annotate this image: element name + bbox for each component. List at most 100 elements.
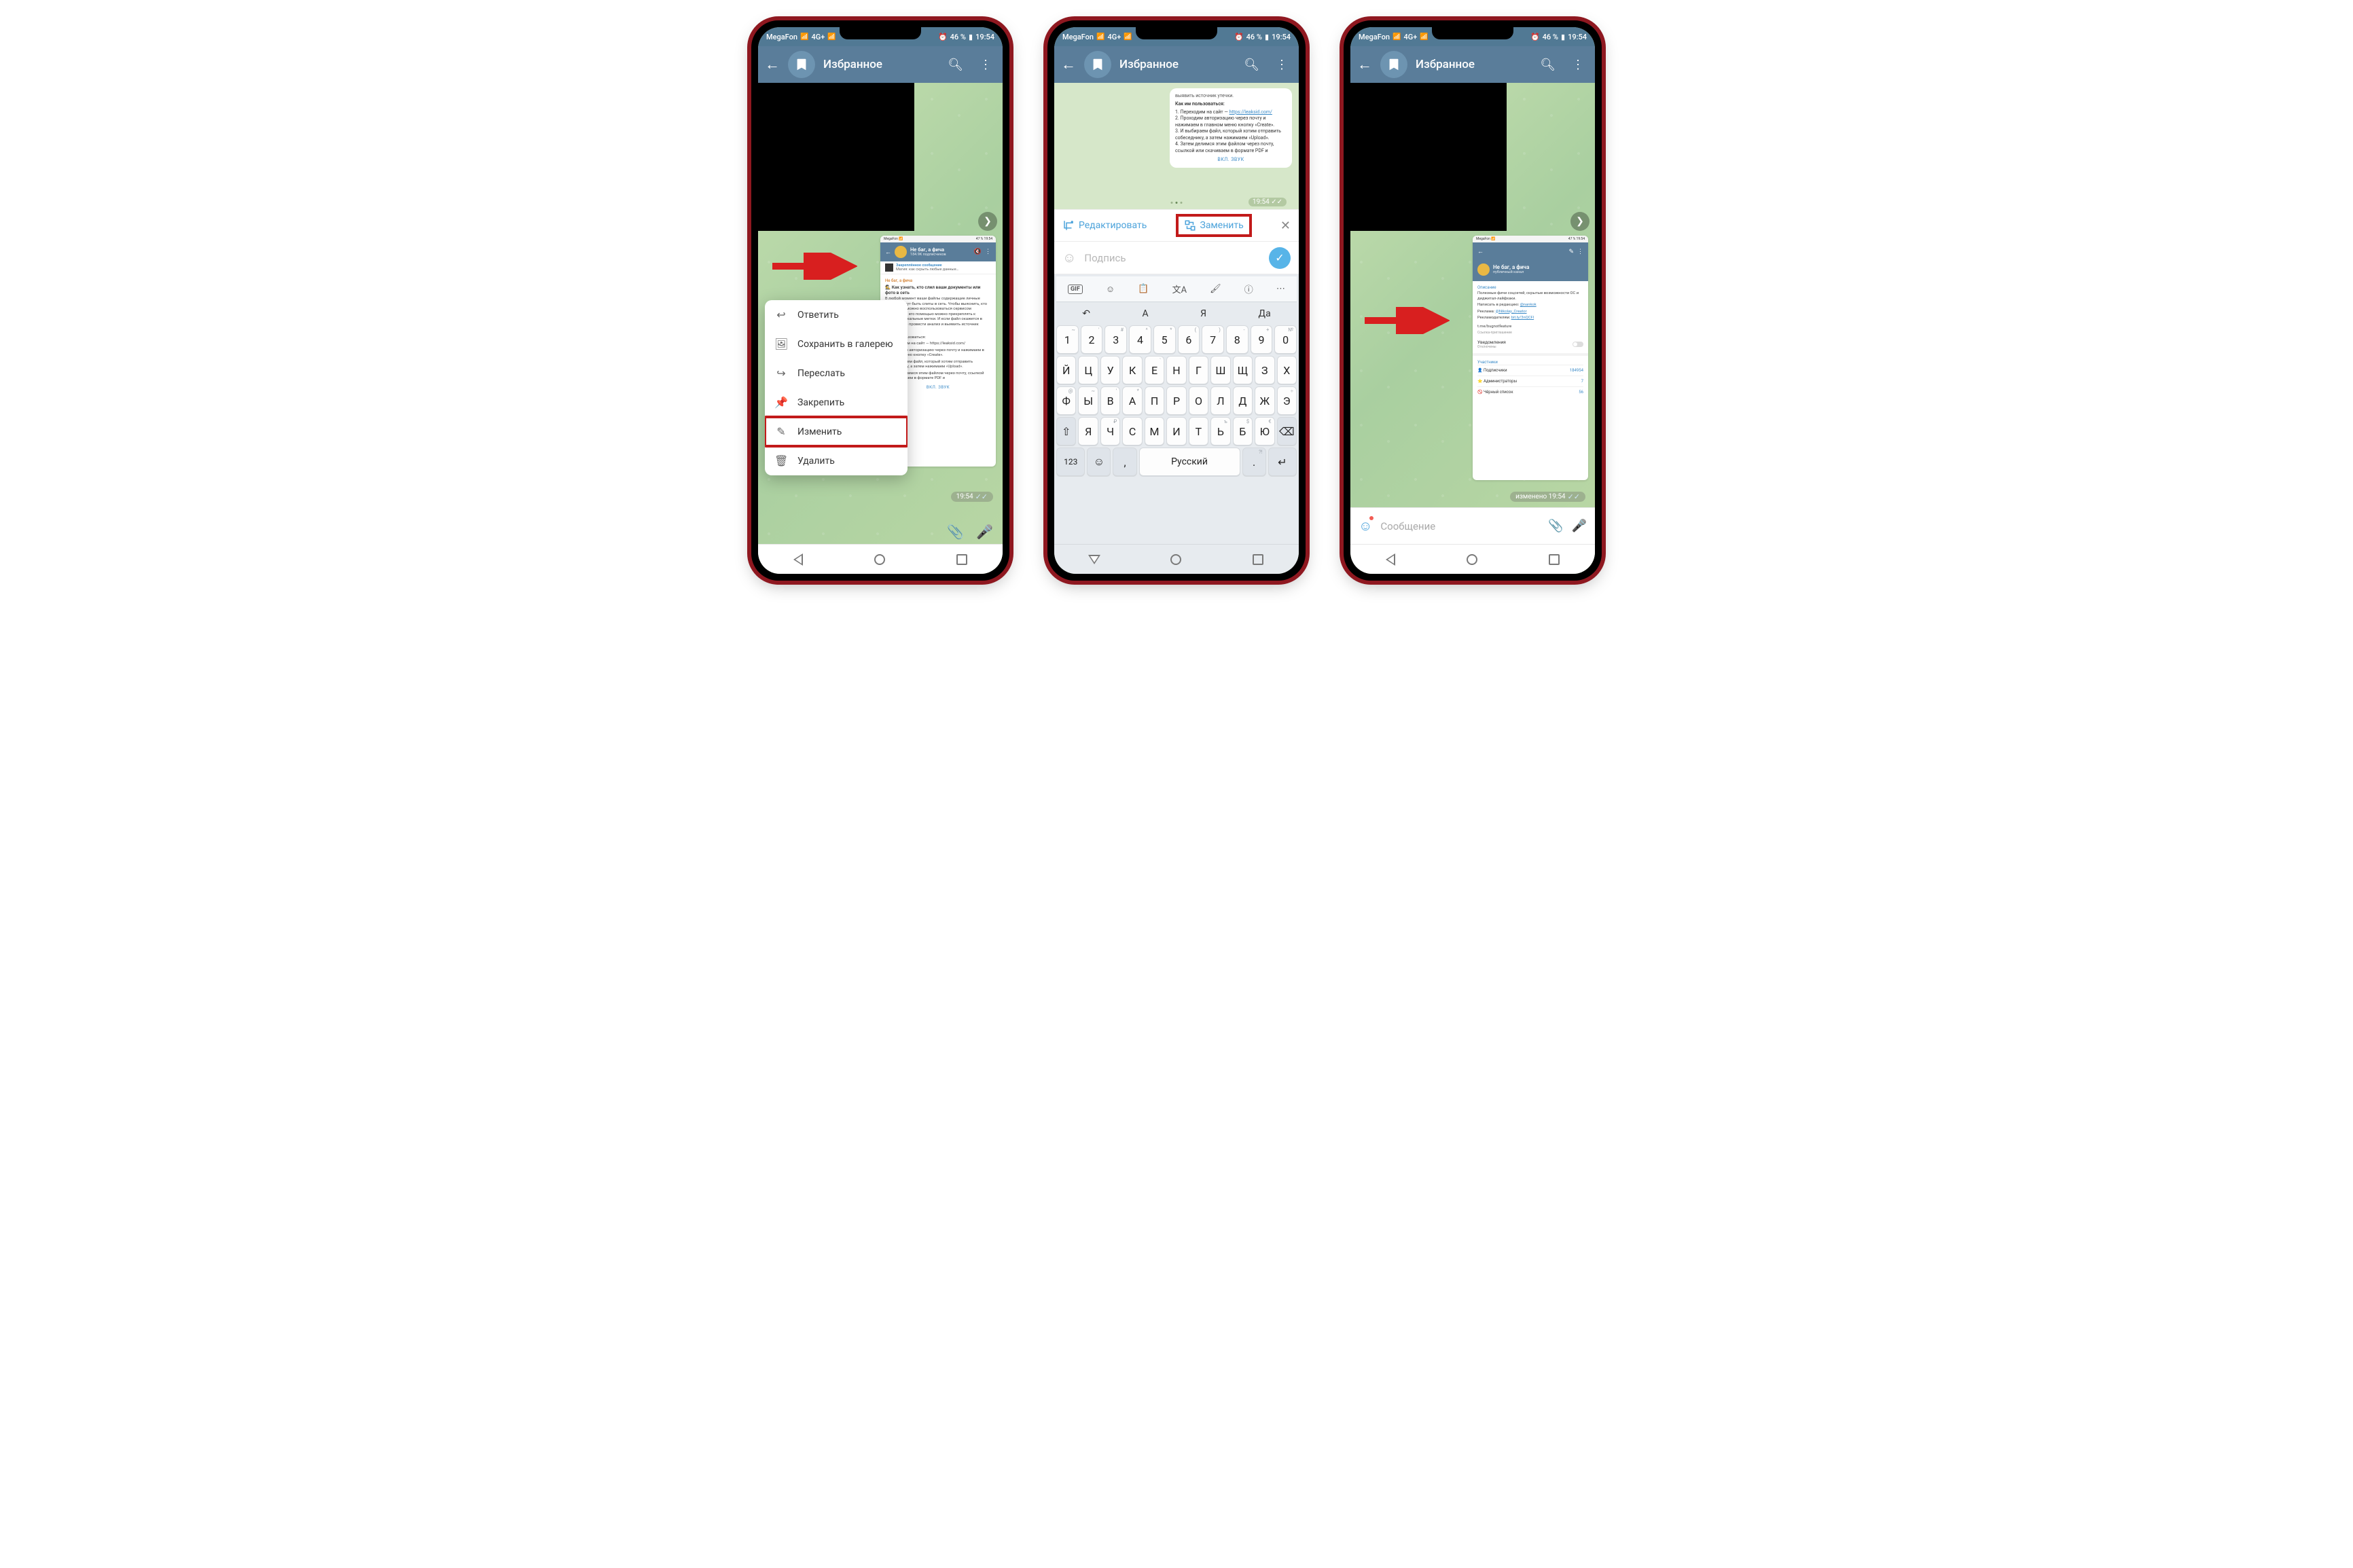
message-screenshot[interactable]: MegaFon 📶47 % 19:54 ← ✎⋮ Не баг, а фича … [1473,236,1588,480]
key-П[interactable]: П [1145,386,1164,415]
key-Е[interactable]: Е` [1145,356,1164,384]
key-А[interactable]: А* [1122,386,1142,415]
enter-key[interactable]: ↵ [1268,448,1297,476]
ctx-delete[interactable]: 🗑Удалить [765,446,908,475]
more-icon[interactable]: ⋮ [975,58,996,72]
key-Щ[interactable]: Щ [1233,356,1253,384]
edit-preview[interactable]: выявить источник утечки. Как им пользова… [1054,83,1299,209]
sugg-2[interactable]: Я [1200,308,1206,319]
attach-icon[interactable]: 📎 [947,524,964,540]
saved-avatar[interactable] [1380,51,1407,78]
nav-home[interactable] [1170,554,1181,565]
ctx-save-gallery[interactable]: 🖼Сохранить в галерею [765,329,908,359]
kbd-more-icon[interactable]: ⋯ [1276,284,1285,294]
emoji-icon[interactable]: ☺ [1062,249,1076,266]
nav-home[interactable] [874,554,885,565]
period-key[interactable]: ?!. [1242,448,1266,476]
nav-home[interactable] [1467,554,1477,565]
ctx-reply[interactable]: ↩Ответить [765,300,908,329]
key-Ц[interactable]: Ц [1078,356,1098,384]
key-Н[interactable]: Н [1166,356,1186,384]
sugg-1[interactable]: А [1142,308,1148,319]
key-Б[interactable]: Б$ [1233,417,1253,445]
key-Ы[interactable]: Ы~ [1078,386,1098,415]
caption-input[interactable]: Подпись [1084,252,1261,264]
back-icon[interactable]: ← [1357,56,1372,73]
nav-recent[interactable] [956,554,967,565]
key-1[interactable]: 1~ [1056,325,1079,354]
key-Г[interactable]: Г [1189,356,1208,384]
search-icon[interactable]: 🔍︎ [944,58,967,72]
key-У[interactable]: У [1100,356,1120,384]
key-О[interactable]: О [1189,386,1208,415]
close-icon[interactable]: ✕ [1280,219,1291,233]
gif-icon[interactable]: GIF [1068,285,1083,294]
chat-title[interactable]: Избранное [1119,58,1232,71]
back-icon[interactable]: ← [765,56,780,73]
key-Ш[interactable]: Ш [1210,356,1230,384]
shift-key[interactable]: ⇧ [1056,417,1076,445]
next-photo-arrow[interactable]: ❯ [1570,212,1589,231]
more-icon[interactable]: ⋮ [1568,58,1588,72]
key-Ж[interactable]: Ж [1255,386,1274,415]
comma-key[interactable]: , [1113,448,1136,476]
attach-icon[interactable]: 📎 [1548,519,1563,533]
more-icon[interactable]: ⋮ [1272,58,1292,72]
key-3[interactable]: 3# [1104,325,1127,354]
key-Я[interactable]: Я [1078,417,1098,445]
translate-icon[interactable]: 文A [1172,282,1187,295]
key-Ф[interactable]: Ф@ [1056,386,1076,415]
key-Э[interactable]: Э÷ [1277,386,1297,415]
key-0[interactable]: 0№ [1274,325,1297,354]
key-Т[interactable]: Т [1189,417,1208,445]
sugg-3[interactable]: Да [1259,308,1271,319]
key-2[interactable]: 2' [1081,325,1103,354]
next-photo-arrow[interactable]: ❯ [978,212,997,231]
saved-avatar[interactable] [788,51,815,78]
key-5[interactable]: 5* [1153,325,1176,354]
ctx-edit[interactable]: ✎Изменить [765,417,908,446]
nav-hide-kbd[interactable] [1088,555,1100,564]
key-Л[interactable]: Л [1210,386,1230,415]
ctx-pin[interactable]: 📌Закрепить [765,388,908,417]
space-key[interactable]: Русский [1139,448,1240,476]
key-Х[interactable]: Х [1277,356,1297,384]
search-icon[interactable]: 🔍︎ [1240,58,1263,72]
key-З[interactable]: З [1255,356,1274,384]
key-М[interactable]: М [1145,417,1164,445]
key-В[interactable]: В' [1100,386,1120,415]
nav-recent[interactable] [1253,554,1263,565]
saved-avatar[interactable] [1084,51,1111,78]
nav-back[interactable] [793,553,803,566]
replace-button[interactable]: Заменить [1176,214,1252,237]
key-И[interactable]: И [1166,417,1186,445]
key-Ь[interactable]: Ьъ [1210,417,1230,445]
theme-icon[interactable]: 🖌 [1210,284,1221,294]
mic-icon[interactable]: 🎤 [976,524,993,540]
sticker-icon[interactable]: ☺ [1106,284,1115,295]
key-С[interactable]: С [1122,417,1142,445]
nav-back[interactable] [1386,553,1395,566]
ctx-forward[interactable]: ↪Переслать [765,359,908,388]
key-Й[interactable]: Й [1056,356,1076,384]
send-button[interactable]: ✓ [1269,247,1291,269]
nav-recent[interactable] [1549,554,1560,565]
crop-icon[interactable]: Редактировать [1062,219,1147,232]
key-Ч[interactable]: Ч₽ [1100,417,1120,445]
back-icon[interactable]: ← [1061,56,1076,73]
key-9[interactable]: 9+ [1251,325,1273,354]
key-8[interactable]: 8- [1226,325,1249,354]
key-4[interactable]: 4^ [1129,325,1151,354]
key-Ю[interactable]: Ю€ [1255,417,1274,445]
key-7[interactable]: 7) [1202,325,1224,354]
message-input[interactable]: Сообщение [1380,520,1540,532]
chat-title[interactable]: Избранное [1416,58,1528,71]
emoji-key[interactable]: ☺ [1087,448,1111,476]
num-key[interactable]: 123 [1056,448,1085,476]
key-6[interactable]: 6( [1178,325,1200,354]
key-К[interactable]: К [1122,356,1142,384]
mic-icon[interactable]: 🎤 [1572,519,1587,533]
key-Д[interactable]: Д [1233,386,1253,415]
info-icon[interactable]: ⓘ [1244,282,1253,295]
search-icon[interactable]: 🔍︎ [1536,58,1560,72]
